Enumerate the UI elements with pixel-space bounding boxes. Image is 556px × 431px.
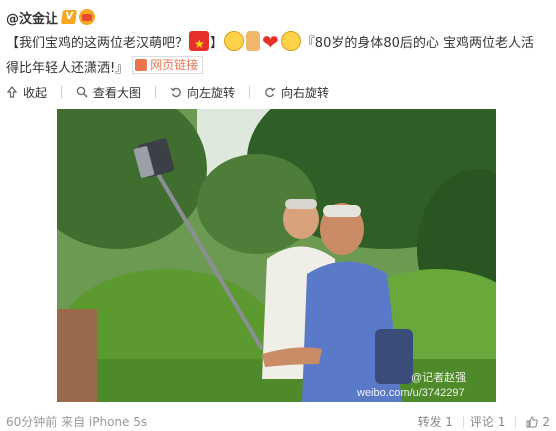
username-link[interactable]: @汶金让: [6, 8, 58, 27]
thumbs-up-emoji-icon: [246, 31, 261, 51]
rotate-right-icon: [264, 86, 276, 98]
heart-emoji-icon: ❤: [262, 30, 279, 54]
magnifier-icon: [76, 86, 88, 98]
flag-emoji-icon: [189, 31, 210, 56]
rotate-right-button[interactable]: 向右旋转: [264, 84, 329, 101]
rotate-left-button[interactable]: 向左旋转: [170, 84, 235, 101]
post-photo[interactable]: @记者赵强 weibo.com/u/3742297: [57, 109, 496, 402]
rotate-right-label: 向右旋转: [281, 85, 330, 100]
post-footer: 60分钟前 来自 iPhone 5s 转发 1 评论 1 2: [6, 413, 550, 430]
web-link-label: 网页链接: [150, 58, 199, 72]
kiss-emoji-icon: [280, 31, 301, 51]
post-text-part2: 】: [210, 36, 224, 51]
collapse-button[interactable]: 收起: [6, 84, 47, 101]
image-toolbar: 收起 查看大图 向左旋转 向右旋转: [6, 84, 343, 100]
thumbs-up-icon[interactable]: [526, 415, 539, 428]
web-link[interactable]: 网页链接: [132, 56, 204, 74]
toolbar-divider: [155, 86, 157, 98]
post-actions: 转发 1 评论 1 2: [411, 413, 550, 430]
comment-button[interactable]: 评论 1: [470, 413, 505, 430]
rotate-left-icon: [170, 86, 182, 98]
actions-divider: [462, 415, 464, 428]
repost-button[interactable]: 转发 1: [417, 413, 452, 430]
toolbar-divider: [61, 86, 63, 98]
post-text-part1: 【我们宝鸡的这两位老汉萌吧？: [6, 36, 189, 51]
post-header: @汶金让 V: [6, 8, 96, 27]
view-large-label: 查看大图: [93, 85, 142, 100]
collapse-label: 收起: [23, 85, 48, 100]
rotate-left-label: 向左旋转: [187, 85, 236, 100]
view-large-button[interactable]: 查看大图: [76, 84, 141, 101]
like-count[interactable]: 2: [542, 415, 550, 429]
grin-emoji-icon: [224, 31, 245, 51]
post-content: 【我们宝鸡的这两位老汉萌吧？】❤『80岁的身体80后的心 宝鸡两位老人活得比年轻…: [6, 30, 546, 81]
photo-watermark: @记者赵强: [411, 370, 466, 384]
toolbar-divider: [249, 86, 251, 98]
actions-divider: [515, 415, 517, 428]
photo-watermark-url: weibo.com/u/3742297: [356, 387, 465, 399]
verified-v-icon[interactable]: V: [61, 10, 77, 24]
member-badge-icon[interactable]: [79, 9, 96, 25]
link-icon: [135, 59, 148, 71]
post-meta[interactable]: 60分钟前 来自 iPhone 5s: [6, 413, 147, 430]
arrow-up-icon: [6, 86, 18, 98]
